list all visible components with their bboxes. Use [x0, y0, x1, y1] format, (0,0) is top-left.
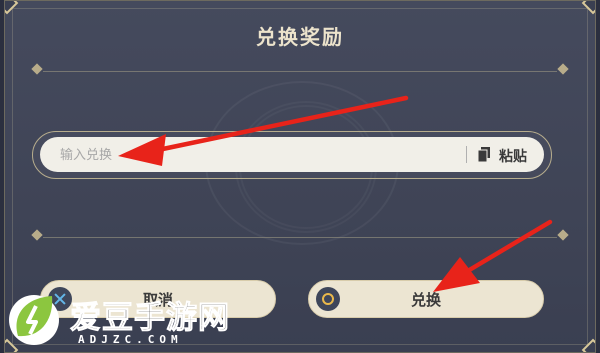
clipboard-icon	[478, 147, 490, 162]
site-watermark: 爱豆手游网 ADJZC.COM	[6, 288, 256, 350]
leaf-logo-icon	[9, 295, 59, 345]
paste-label: 粘贴	[499, 149, 527, 165]
redeem-code-input[interactable]	[58, 137, 462, 174]
divider-top	[31, 63, 569, 77]
corner-ornament	[5, 1, 19, 15]
corner-ornament	[581, 1, 595, 15]
watermark-name: 爱豆手游网	[70, 300, 230, 337]
redeem-button[interactable]: 兑换	[308, 280, 544, 318]
paste-divider	[466, 146, 467, 163]
redeem-code-field: 粘贴	[40, 137, 544, 174]
dialog-title: 兑换奖励	[256, 25, 344, 49]
divider-bottom	[31, 229, 569, 243]
corner-ornament	[581, 338, 595, 352]
watermark-url: ADJZC.COM	[78, 333, 183, 346]
paste-button[interactable]: 粘贴	[476, 137, 538, 172]
redeem-label: 兑换	[410, 291, 441, 309]
